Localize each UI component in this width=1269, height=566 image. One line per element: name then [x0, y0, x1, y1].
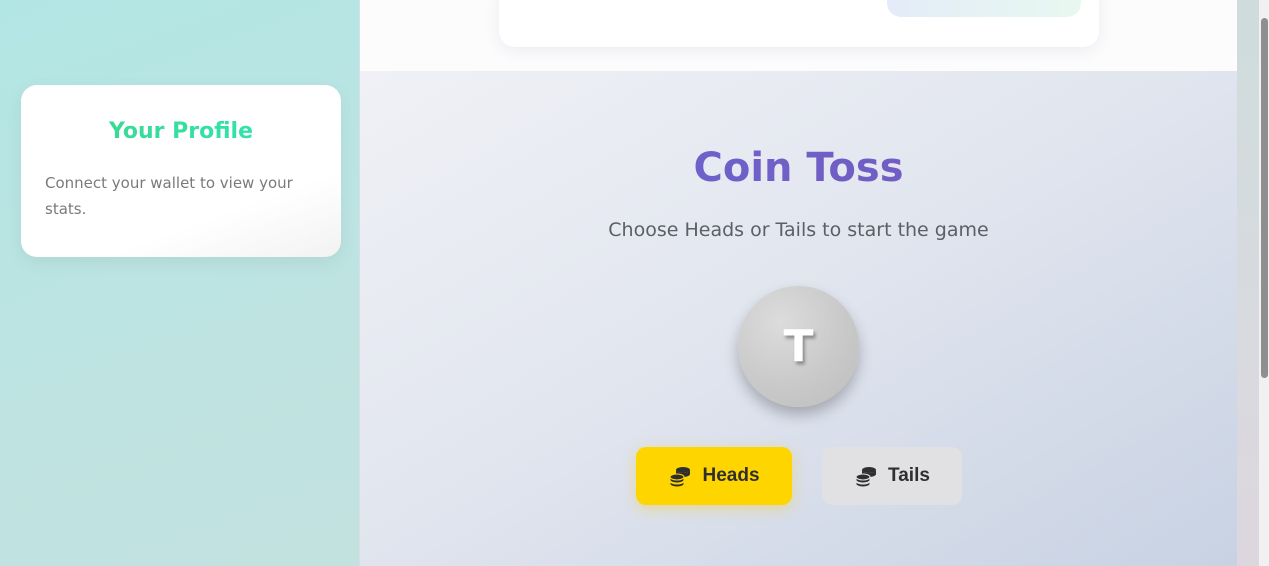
tails-button[interactable]: Tails	[822, 447, 962, 505]
coin-toss-game: Coin Toss Choose Heads or Tails to start…	[360, 71, 1237, 566]
heads-label: Heads	[702, 465, 760, 486]
coin: T	[738, 286, 859, 407]
top-card-accent	[887, 0, 1081, 17]
game-title: Coin Toss	[360, 145, 1237, 191]
profile-card: Your Profile Connect your wallet to view…	[21, 85, 341, 257]
scrollbar-thumb[interactable]	[1261, 18, 1268, 378]
top-card	[499, 0, 1099, 47]
top-area	[360, 0, 1237, 71]
coins-icon	[854, 464, 878, 488]
scrollbar[interactable]	[1259, 0, 1269, 566]
game-subtitle: Choose Heads or Tails to start the game	[608, 219, 989, 241]
page-background-strip	[1237, 0, 1259, 566]
main-panel: Coin Toss Choose Heads or Tails to start…	[359, 0, 1237, 566]
profile-title: Your Profile	[45, 119, 317, 144]
coin-face-label: T	[783, 321, 814, 372]
heads-button[interactable]: Heads	[636, 447, 792, 505]
tails-label: Tails	[888, 465, 930, 486]
coins-icon	[668, 464, 692, 488]
profile-message: Connect your wallet to view your stats.	[45, 174, 293, 218]
